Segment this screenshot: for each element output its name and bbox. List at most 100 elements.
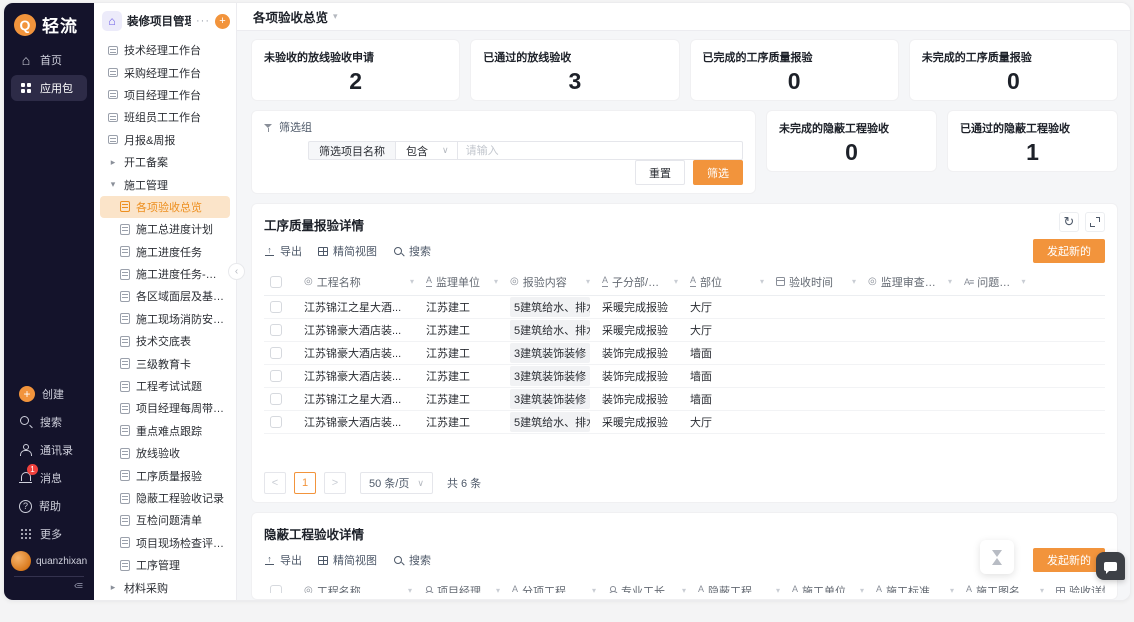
- sidebar-item[interactable]: 技术交底表: [100, 330, 230, 352]
- column-header[interactable]: 施工标准名称及▾: [870, 578, 960, 593]
- sidebar-item[interactable]: 各项验收总览: [100, 196, 230, 218]
- column-header[interactable]: 验收时间▾: [770, 269, 862, 295]
- sidebar-item[interactable]: 月报&周报: [100, 129, 230, 151]
- rail-item-more[interactable]: 更多: [11, 521, 87, 547]
- reset-button[interactable]: 重置: [635, 160, 685, 185]
- search-button[interactable]: 搜索: [393, 552, 431, 568]
- column-header[interactable]: 专业工长▾: [602, 578, 692, 593]
- sort-filter-icon[interactable]: ▾: [1021, 277, 1025, 286]
- next-page-button[interactable]: >: [324, 472, 346, 494]
- collapse-rail-icon[interactable]: ‹≡: [4, 580, 94, 598]
- table-row[interactable]: 江苏锦豪大酒店装...江苏建工5建筑给水、排水及采采暖完成报验大厅: [264, 410, 1105, 433]
- sort-filter-icon[interactable]: ▾: [760, 277, 764, 286]
- table-row[interactable]: 江苏锦豪大酒店装...江苏建工3建筑装饰装修装饰完成报验墙面: [264, 364, 1105, 387]
- column-header[interactable]: 报验内容▾: [504, 269, 596, 295]
- table-row[interactable]: 江苏锦豪大酒店装...江苏建工3建筑装饰装修装饰完成报验墙面: [264, 341, 1105, 364]
- row-checkbox[interactable]: [270, 347, 282, 359]
- filter-value-input[interactable]: [458, 141, 743, 160]
- sidebar-item[interactable]: ▾施工管理: [100, 173, 230, 195]
- row-checkbox[interactable]: [270, 370, 282, 382]
- sort-filter-icon[interactable]: ▾: [682, 586, 686, 593]
- table-row[interactable]: 江苏锦江之星大酒...江苏建工5建筑给水、排水及采采暖完成报验大厅: [264, 295, 1105, 318]
- sidebar-item[interactable]: 工序管理: [100, 554, 230, 576]
- row-checkbox[interactable]: [270, 416, 282, 428]
- select-all-checkbox[interactable]: [270, 585, 282, 593]
- sidebar-item[interactable]: 三级教育卡: [100, 352, 230, 374]
- rail-item-search[interactable]: 搜索: [11, 409, 87, 435]
- rail-item-help[interactable]: 帮助: [11, 493, 87, 519]
- sidebar-item[interactable]: 项目现场检查评分表...: [100, 532, 230, 554]
- fullscreen-button[interactable]: [1085, 212, 1105, 232]
- sort-filter-icon[interactable]: ▾: [1040, 586, 1044, 593]
- sidebar-item[interactable]: 项目经理每周带队...: [100, 397, 230, 419]
- table-row[interactable]: 江苏锦豪大酒店装...江苏建工5建筑给水、排水及采采暖完成报验大厅: [264, 318, 1105, 341]
- sidebar-item[interactable]: 采购经理工作台: [100, 61, 230, 83]
- column-header[interactable]: 隐蔽工程项目▾: [692, 578, 786, 593]
- export-button[interactable]: 导出: [264, 552, 302, 568]
- sidebar-item[interactable]: 技术经理工作台: [100, 39, 230, 61]
- sort-filter-icon[interactable]: ▾: [494, 277, 498, 286]
- logo[interactable]: Q 轻流: [4, 3, 94, 45]
- sidebar-item[interactable]: 重点难点跟踪: [100, 420, 230, 442]
- row-checkbox[interactable]: [270, 324, 282, 336]
- column-header[interactable]: 项目经理▾: [418, 578, 506, 593]
- column-header[interactable]: 子分部/分项/检▾: [596, 269, 684, 295]
- compact-view-button[interactable]: 精简视图: [318, 552, 377, 568]
- sort-filter-icon[interactable]: ▾: [586, 277, 590, 286]
- column-header[interactable]: 施工单位▾: [786, 578, 870, 593]
- sort-filter-icon[interactable]: ▾: [776, 586, 780, 593]
- filter-operator-select[interactable]: 包含 ∨: [395, 141, 458, 160]
- sort-filter-icon[interactable]: ▾: [496, 586, 500, 593]
- rail-item-home[interactable]: 首页: [11, 47, 87, 73]
- column-header[interactable]: 部位▾: [684, 269, 770, 295]
- sidebar-item[interactable]: 施工现场消防安全技...: [100, 308, 230, 330]
- row-checkbox[interactable]: [270, 301, 282, 313]
- add-app-button[interactable]: +: [215, 14, 230, 29]
- rail-item-apps[interactable]: 应用包: [11, 75, 87, 101]
- sort-filter-icon[interactable]: ▾: [950, 586, 954, 593]
- rail-item-plus[interactable]: 创建: [11, 381, 87, 407]
- search-button[interactable]: 搜索: [393, 243, 431, 259]
- sidebar-item[interactable]: 施工进度任务-分项完...: [100, 263, 230, 285]
- sort-filter-icon[interactable]: ▾: [948, 277, 952, 286]
- rail-item-contacts[interactable]: 通讯录: [11, 437, 87, 463]
- sidebar-item[interactable]: 各区域面层及基层做...: [100, 285, 230, 307]
- column-header[interactable]: 验收详情▾: [1050, 578, 1105, 593]
- sidebar-item[interactable]: 互检问题清单: [100, 509, 230, 531]
- select-all-checkbox[interactable]: [270, 276, 282, 288]
- rail-item-bell[interactable]: 消息1: [11, 465, 87, 491]
- apply-filter-button[interactable]: 筛选: [693, 160, 743, 185]
- sidebar-item[interactable]: 施工总进度计划: [100, 218, 230, 240]
- column-header[interactable]: 监理审查意见▾: [862, 269, 958, 295]
- sort-filter-icon[interactable]: ▾: [852, 277, 856, 286]
- table-row[interactable]: 江苏锦江之星大酒...江苏建工3建筑装饰装修装饰完成报验墙面: [264, 387, 1105, 410]
- more-options-icon[interactable]: ···: [196, 15, 210, 27]
- current-page-button[interactable]: 1: [294, 472, 316, 494]
- sort-filter-icon[interactable]: ▾: [674, 277, 678, 286]
- sidebar-item[interactable]: ▸开工备案: [100, 151, 230, 173]
- sort-filter-icon[interactable]: ▾: [592, 586, 596, 593]
- column-header[interactable]: 工程名称▾: [298, 578, 418, 593]
- collapse-sidebar-handle[interactable]: ‹: [228, 263, 245, 280]
- column-header[interactable]: 工程名称▾: [298, 269, 420, 295]
- sidebar-item[interactable]: 隐蔽工程验收记录: [100, 487, 230, 509]
- compact-view-button[interactable]: 精简视图: [318, 243, 377, 259]
- page-size-select[interactable]: 50 条/页 ∨: [360, 472, 433, 494]
- sidebar-item[interactable]: ▸材料采购: [100, 576, 230, 598]
- sidebar-item[interactable]: 项目经理工作台: [100, 84, 230, 106]
- sort-filter-icon[interactable]: ▾: [408, 586, 412, 593]
- user-profile[interactable]: quanzhixan...: [11, 551, 87, 571]
- column-header[interactable]: 问题描述▾: [958, 269, 1032, 295]
- workspace-home-icon[interactable]: [102, 11, 122, 31]
- sidebar-item[interactable]: 班组员工工作台: [100, 106, 230, 128]
- column-header[interactable]: 分项工程名称▾: [506, 578, 602, 593]
- row-checkbox[interactable]: [270, 393, 282, 405]
- workspace-title[interactable]: 装修项目管理-三...: [127, 13, 191, 29]
- column-header[interactable]: 监理单位▾: [420, 269, 504, 295]
- sidebar-item[interactable]: 放线验收: [100, 442, 230, 464]
- chat-button[interactable]: [1096, 552, 1125, 580]
- create-new-button[interactable]: 发起新的: [1033, 239, 1105, 263]
- export-button[interactable]: 导出: [264, 243, 302, 259]
- prev-page-button[interactable]: <: [264, 472, 286, 494]
- column-header[interactable]: 施工图名称及编▾: [960, 578, 1050, 593]
